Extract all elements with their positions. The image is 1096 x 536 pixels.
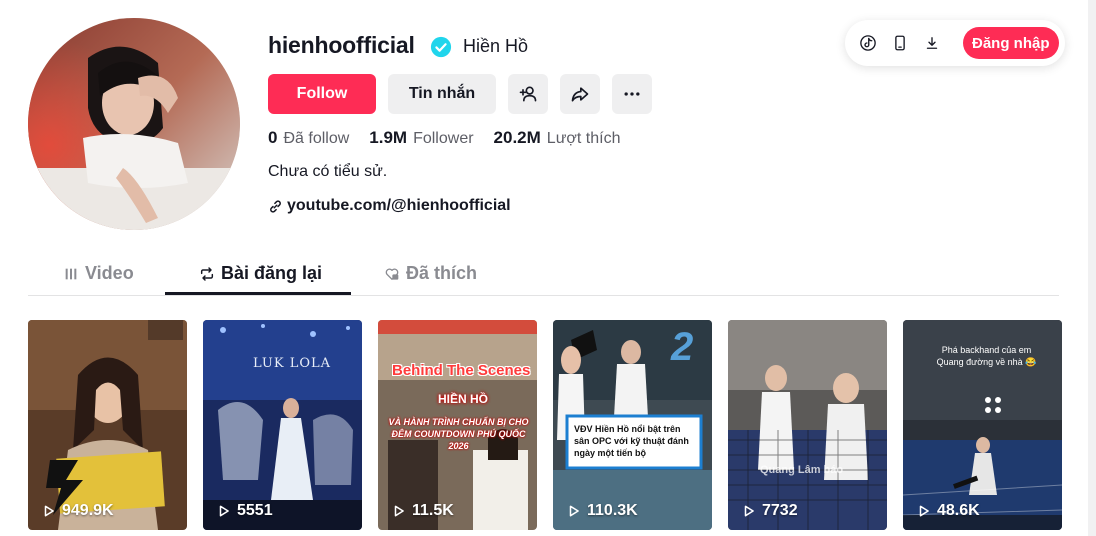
more-horizontal-icon: [624, 92, 640, 96]
video-card[interactable]: 2 VĐV Hiền Hồ nổi bật trên sân OPC với k…: [553, 320, 712, 530]
profile-link[interactable]: youtube.com/@hienhoofficial: [268, 197, 511, 215]
video-view-count: 11.5K: [392, 502, 454, 520]
tab-reposts[interactable]: Bài đăng lại: [199, 252, 322, 295]
get-app-button[interactable]: [889, 32, 911, 54]
tab-reposts-label: Bài đăng lại: [221, 263, 323, 283]
svg-text:2: 2: [670, 325, 693, 369]
video-view-count: 5551: [217, 502, 273, 520]
more-options-button[interactable]: [612, 74, 652, 114]
stat-followers[interactable]: 1.9M Follower: [369, 128, 473, 148]
login-button[interactable]: Đăng nhập: [963, 27, 1059, 59]
stat-likes: 20.2M Lượt thích: [493, 128, 621, 147]
play-icon: [44, 505, 54, 517]
video-overlay-subtitle: VÀ HÀNH TRÌNH CHUẨN BỊ CHO ĐÊM COUNTDOWN…: [388, 417, 529, 451]
profile-username: hienhoofficial: [268, 32, 415, 58]
video-thumbnail: [728, 320, 887, 530]
profile-bio: Chưa có tiểu sử.: [268, 163, 388, 180]
video-overlay-name: HIỀN HỒ: [438, 392, 489, 406]
link-icon: [270, 199, 281, 213]
heart-locked-icon: [385, 267, 399, 280]
play-icon: [569, 505, 579, 517]
share-arrow-icon: [571, 87, 589, 102]
video-overlay-text: Phá backhand của em Quang đường về nhà 😂: [936, 345, 1037, 367]
play-icon: [744, 505, 754, 517]
tab-videos-label: Video: [85, 263, 134, 283]
download-icon: [926, 37, 938, 49]
play-icon: [219, 505, 229, 517]
top-right-toolbar: Đăng nhập: [845, 20, 1065, 66]
stat-following[interactable]: 0 Đã follow: [268, 128, 349, 148]
video-grid: 949.9K LUK LOLA 5551 Behind The Scenes H…: [28, 320, 1062, 530]
active-tab-indicator: [165, 292, 351, 295]
video-overlay-title: Behind The Scenes: [392, 362, 531, 379]
video-view-count: 7732: [742, 502, 798, 520]
video-overlay-text: LUK LOLA: [253, 356, 332, 371]
verified-badge-icon: [430, 36, 452, 58]
tiktok-logo-icon: [860, 35, 876, 51]
tab-liked[interactable]: Đã thích: [384, 252, 477, 295]
video-thumbnail: [203, 320, 362, 530]
suggested-accounts-button[interactable]: [508, 74, 548, 114]
message-button[interactable]: Tin nhắn: [388, 74, 496, 114]
video-card[interactable]: LUK LOLA 5551: [203, 320, 362, 530]
mobile-phone-icon: [895, 35, 905, 51]
page-scrollbar[interactable]: [1088, 0, 1096, 536]
video-card[interactable]: Behind The Scenes HIỀN HỒ VÀ HÀNH TRÌNH …: [378, 320, 537, 530]
profile-stats: 0 Đã follow 1.9M Follower 20.2M Lượt thích: [268, 128, 620, 148]
video-view-count: 949.9K: [42, 502, 114, 520]
share-button[interactable]: [560, 74, 600, 114]
video-card[interactable]: Quang Lâm báo 7732: [728, 320, 887, 530]
video-overlay-text: VĐV Hiền Hồ nổi bật trên sân OPC với kỹ …: [574, 424, 689, 458]
profile-avatar: [28, 18, 240, 230]
tab-liked-label: Đã thích: [406, 263, 478, 283]
play-icon: [919, 505, 929, 517]
video-view-count: 48.6K: [917, 502, 980, 520]
profile-link-text: youtube.com/@hienhoofficial: [287, 197, 511, 214]
download-button[interactable]: [921, 32, 943, 54]
tab-videos[interactable]: Video: [63, 252, 134, 295]
play-icon: [394, 505, 404, 517]
video-view-count: 110.3K: [567, 502, 638, 520]
profile-nickname: Hiền Hồ: [463, 36, 529, 56]
profile-tabs: Video Bài đăng lại Đã thích: [28, 252, 1059, 296]
video-overlay-text: Quang Lâm báo: [760, 464, 844, 476]
tiktok-studio-button[interactable]: [857, 32, 879, 54]
video-card[interactable]: Phá backhand của em Quang đường về nhà 😂…: [903, 320, 1062, 530]
video-thumbnail: [28, 320, 187, 530]
video-card[interactable]: 949.9K: [28, 320, 187, 530]
grid-lines-icon: [65, 268, 77, 279]
profile-actions: Follow Tin nhắn: [268, 74, 652, 114]
follow-button[interactable]: Follow: [268, 74, 376, 114]
repost-icon: [200, 266, 214, 281]
add-user-icon: [519, 86, 537, 102]
